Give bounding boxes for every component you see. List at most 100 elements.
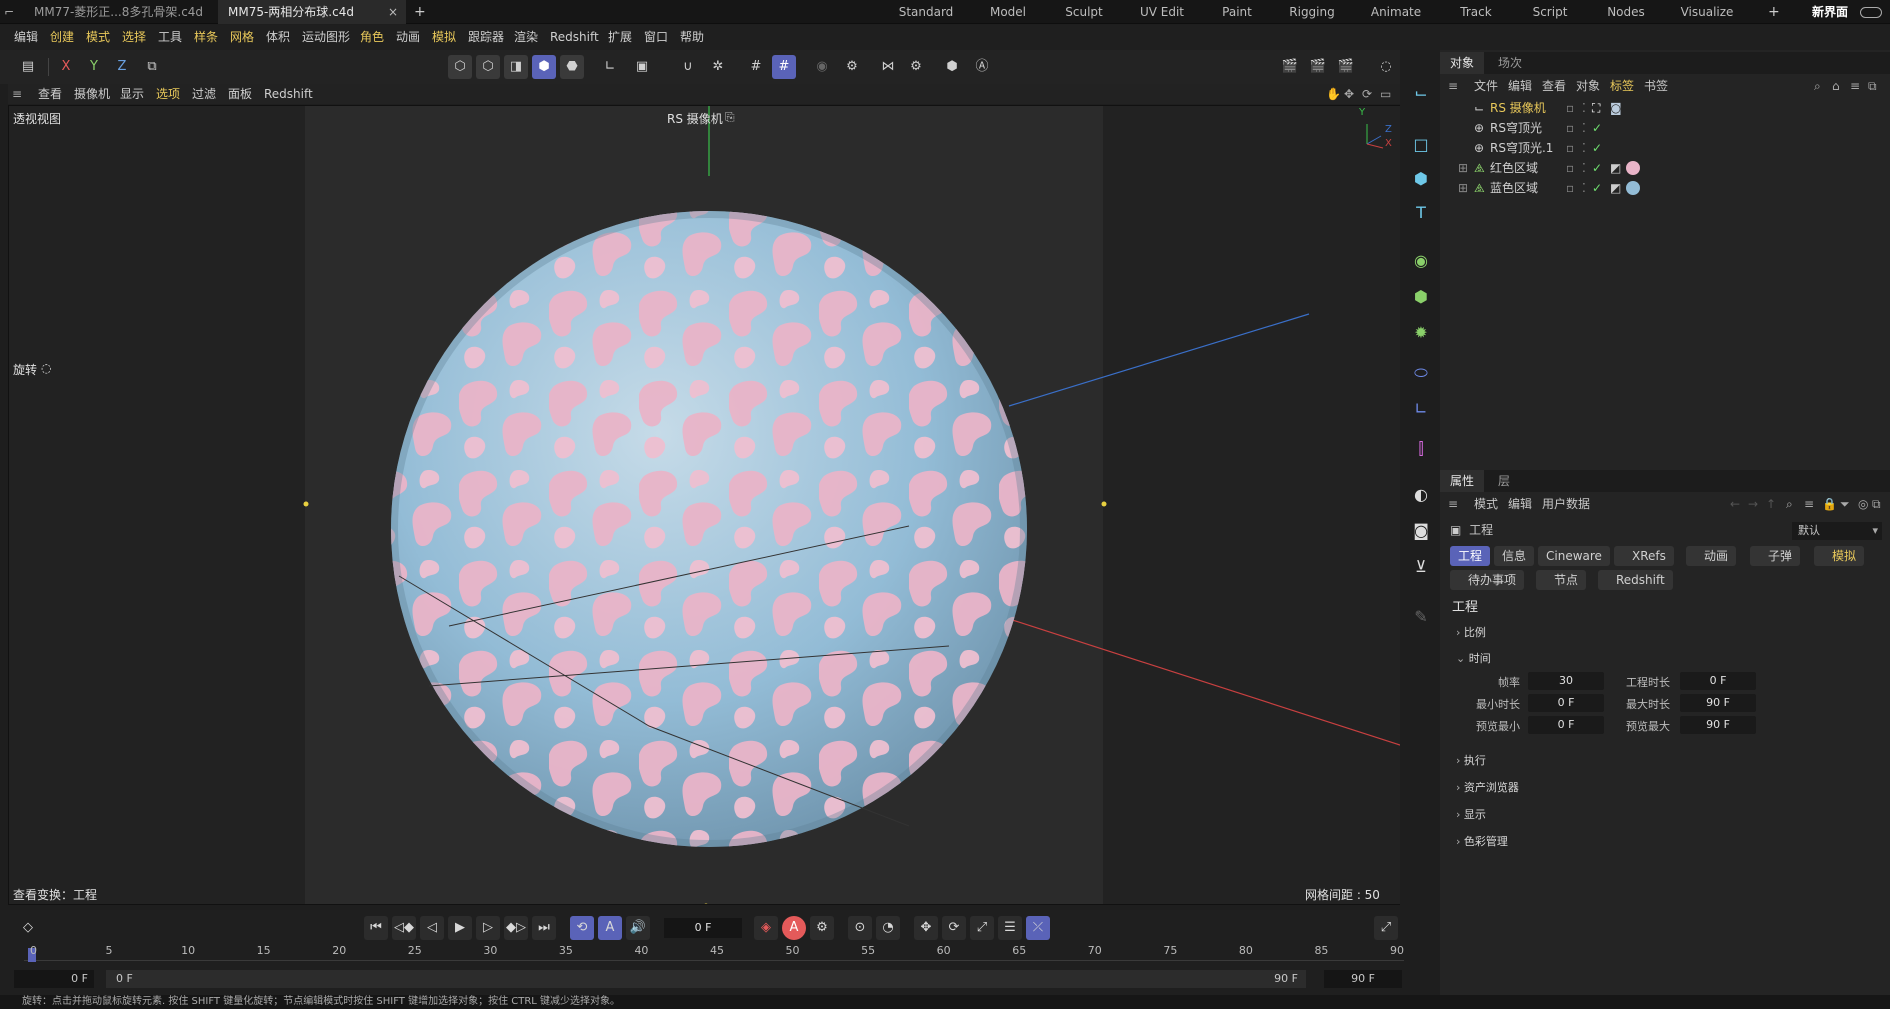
menu-window[interactable]: 窗口: [644, 25, 668, 50]
menu-mesh[interactable]: 网格: [230, 25, 254, 50]
camera-tag-icon[interactable]: ◙: [1610, 98, 1622, 118]
next-frame-icon[interactable]: ▷: [476, 916, 500, 940]
camera-tool-icon[interactable]: ⌙: [1408, 80, 1434, 106]
min-time-field[interactable]: 0 F: [1528, 694, 1604, 712]
chip-simulation[interactable]: 模拟: [1814, 546, 1865, 566]
edges-mode-icon[interactable]: ⬡: [476, 55, 500, 79]
chip-redshift[interactable]: Redshift: [1598, 570, 1673, 590]
text-tool-icon[interactable]: T: [1408, 200, 1434, 226]
playback-rate-icon[interactable]: A: [598, 916, 622, 940]
magnet-icon[interactable]: ∪: [676, 55, 700, 79]
chip-xrefs[interactable]: XRefs: [1614, 546, 1674, 566]
object-row-dome-light[interactable]: ⊕ RS穹顶光 ▫ ⁚ ✓: [1456, 118, 1886, 138]
menu-help[interactable]: 帮助: [680, 25, 704, 50]
preview-min-field[interactable]: 0 F: [1528, 716, 1604, 734]
section-display[interactable]: › 显示: [1456, 806, 1486, 822]
pink-material-icon[interactable]: [1626, 161, 1640, 175]
menu-character[interactable]: 角色: [360, 25, 384, 50]
chip-animation[interactable]: 动画: [1686, 546, 1737, 566]
uv-mode-icon[interactable]: ⬣: [560, 55, 584, 79]
viewport-menu-redshift[interactable]: Redshift: [264, 84, 313, 104]
layout-tab-model[interactable]: Model: [976, 0, 1040, 24]
app-menu-icon[interactable]: ⌐: [4, 0, 14, 24]
search-icon[interactable]: ⌕: [1814, 76, 1821, 96]
current-frame-field[interactable]: 0 F: [664, 918, 742, 938]
funnel-icon[interactable]: ⏷: [1840, 494, 1850, 514]
null-axis-icon[interactable]: ∟: [1408, 396, 1434, 422]
polygons-mode-icon[interactable]: ◨: [504, 55, 528, 79]
archive-icon[interactable]: ▤: [16, 55, 40, 79]
section-execute[interactable]: › 执行: [1456, 752, 1486, 768]
new-tab-icon[interactable]: +: [414, 0, 426, 24]
expand-icon[interactable]: ⊞: [1458, 178, 1468, 198]
back-arrow-icon[interactable]: ←: [1730, 494, 1740, 514]
go-to-start-icon[interactable]: ⏮: [364, 916, 388, 940]
perspective-viewport[interactable]: 透视视图 RS 摄像机 ⎘ 旋转 ◌ Y Z X 查看变换：工程 网格间距 : …: [8, 105, 1402, 905]
edit-icon[interactable]: ▫: [1566, 178, 1574, 198]
maximize-view-icon[interactable]: ▭: [1380, 84, 1391, 104]
model-mode-icon[interactable]: ⬢: [532, 55, 556, 79]
layout-tab-animate[interactable]: Animate: [1364, 0, 1428, 24]
light-icon[interactable]: ◐: [1408, 482, 1434, 508]
edit-icon[interactable]: ▫: [1566, 98, 1574, 118]
frame-range-bar[interactable]: 0 F 90 F: [106, 970, 1306, 988]
visibility-dots-icon[interactable]: ⁚: [1582, 178, 1586, 198]
key-rotate-icon[interactable]: ⟳: [942, 916, 966, 940]
key-rotation-icon[interactable]: ◔: [876, 916, 900, 940]
axis-z-button[interactable]: Z: [110, 55, 134, 79]
autokey-icon[interactable]: A: [782, 916, 806, 940]
max-time-field[interactable]: 90 F: [1680, 694, 1756, 712]
key-scale-icon[interactable]: ⤢: [970, 916, 994, 940]
record-keys-icon[interactable]: ◈: [754, 916, 778, 940]
attributes-menu-mode[interactable]: 模式: [1474, 494, 1498, 514]
snap-settings-icon[interactable]: ✲: [706, 55, 730, 79]
deformer-icon[interactable]: ✹: [1408, 320, 1434, 346]
sketch-icon[interactable]: ✎: [1408, 604, 1434, 630]
section-asset-browser[interactable]: › 资产浏览器: [1456, 779, 1519, 795]
start-frame-field[interactable]: 0 F: [14, 970, 94, 988]
layout-tab-uv-edit[interactable]: UV Edit: [1130, 0, 1194, 24]
tab-takes[interactable]: 场次: [1488, 52, 1532, 74]
viewport-menu-camera[interactable]: 摄像机: [74, 84, 110, 104]
viewport-menu-filter[interactable]: 过滤: [192, 84, 216, 104]
menu-volume[interactable]: 体积: [266, 25, 290, 50]
chip-todo[interactable]: 待办事项: [1450, 570, 1525, 590]
viewport-menu-icon[interactable]: ≡: [12, 84, 22, 104]
menu-edit[interactable]: 编辑: [14, 25, 38, 50]
visibility-dots-icon[interactable]: ⁚: [1582, 158, 1586, 178]
render-queue-icon[interactable]: 🎬: [1334, 55, 1358, 79]
rotate-view-icon[interactable]: ⟳: [1362, 84, 1372, 104]
menu-extensions[interactable]: 扩展: [608, 25, 632, 50]
menu-animation[interactable]: 动画: [396, 25, 420, 50]
spline-pen-icon[interactable]: ⬭: [1408, 360, 1434, 386]
sound-icon[interactable]: 🔊: [626, 916, 650, 940]
menu-tools[interactable]: 工具: [158, 25, 182, 50]
filter-icon[interactable]: ≡: [1850, 76, 1860, 96]
cloner-icon[interactable]: ⬢: [1408, 284, 1434, 310]
edit-icon[interactable]: ▫: [1566, 118, 1574, 138]
menu-mograph[interactable]: 运动图形: [302, 25, 350, 50]
tab-objects[interactable]: 对象: [1440, 52, 1485, 74]
cube-outline-icon[interactable]: □: [1408, 132, 1434, 158]
chip-project[interactable]: 工程: [1450, 546, 1491, 566]
floor-icon[interactable]: ⊻: [1408, 554, 1434, 580]
layout-tab-script[interactable]: Script: [1518, 0, 1582, 24]
viewport-menu-display[interactable]: 显示: [120, 84, 144, 104]
preview-max-field[interactable]: 90 F: [1680, 716, 1756, 734]
menu-tracker[interactable]: 跟踪器: [468, 25, 504, 50]
objects-menu-view[interactable]: 查看: [1542, 76, 1566, 96]
field-icon[interactable]: ⫿: [1408, 436, 1434, 462]
key-settings-icon[interactable]: ⚙: [810, 916, 834, 940]
render-active-icon[interactable]: 🎬: [1306, 55, 1330, 79]
viewport-menu-options[interactable]: 选项: [156, 84, 180, 104]
menu-render[interactable]: 渲染: [514, 25, 538, 50]
fps-field[interactable]: 30: [1528, 672, 1604, 690]
pan-icon[interactable]: ✋: [1326, 84, 1341, 104]
chip-nodes[interactable]: 节点: [1536, 570, 1587, 590]
layout-tab-sculpt[interactable]: Sculpt: [1052, 0, 1116, 24]
axis-y-button[interactable]: Y: [82, 55, 106, 79]
enabled-check-icon[interactable]: ✓: [1592, 158, 1602, 178]
phong-tag-icon[interactable]: ◩: [1610, 178, 1621, 198]
keyframe-icon[interactable]: ◇: [16, 916, 40, 940]
previous-frame-icon[interactable]: ◁: [420, 916, 444, 940]
